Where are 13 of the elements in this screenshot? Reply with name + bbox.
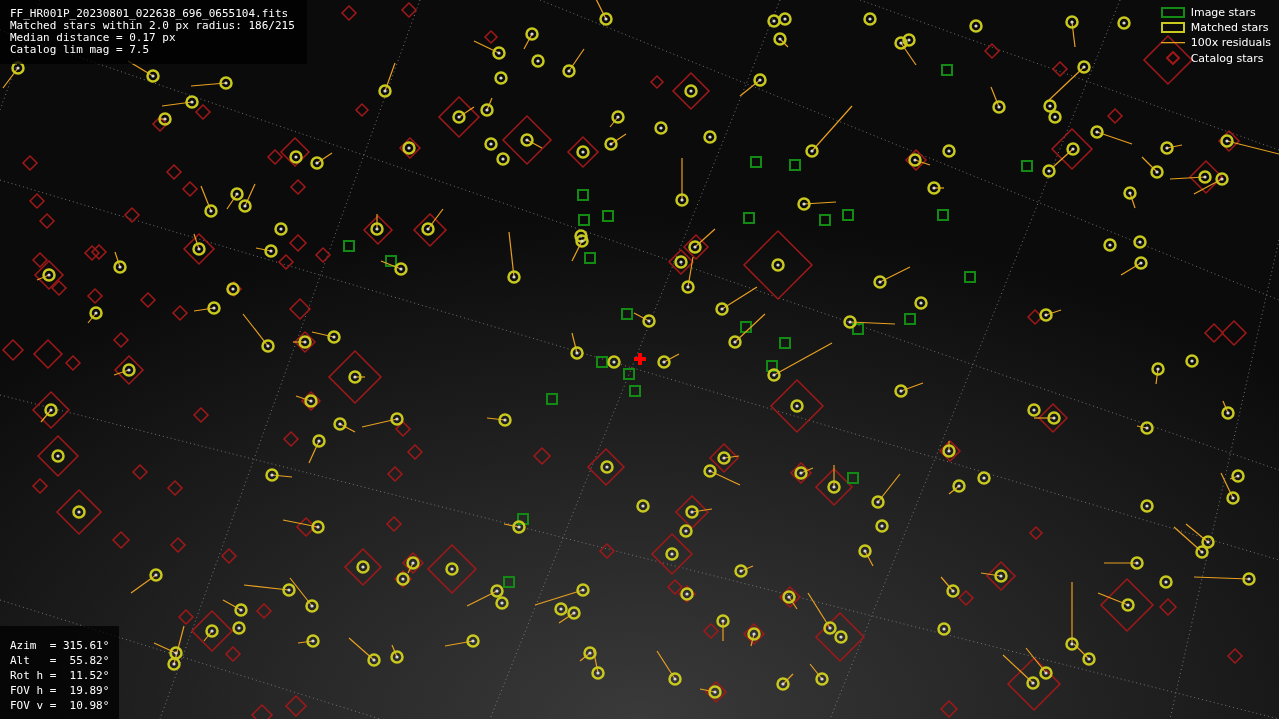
info-text: Catalog lim mag = 7.5 [10,44,151,56]
legend-label: Image stars [1190,6,1256,19]
pointing-text: Rot h = 11.52° [10,668,110,683]
pointing-text: FOV v = 10.98° [10,698,110,713]
info-text: Matched stars within 2.0 px radius: 186/215 [10,20,295,32]
legend-label: Matched stars [1190,21,1269,34]
pointing-text: Azim = 315.61° [10,638,110,653]
legend-label: 100x residuals [1190,36,1271,49]
pointing-text: Alt = 55.82° [10,653,110,668]
info-text: FF_HR001P_20230801_022638_696_0655104.fits [10,8,290,20]
legend-label: Catalog stars [1190,51,1264,65]
info-text: Median distance = 0.17 px [10,32,177,44]
pointing-text: FOV h = 19.89° [10,683,110,698]
